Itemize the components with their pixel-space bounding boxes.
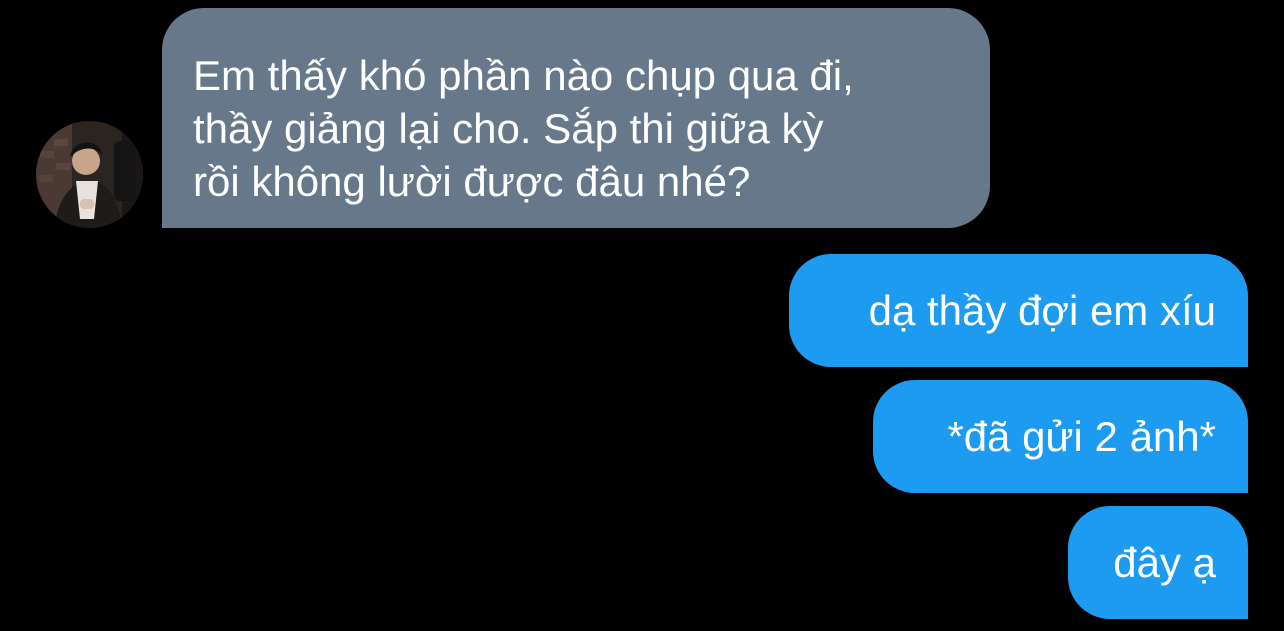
incoming-message: Em thấy khó phần nào chụp qua đi, thầy g… <box>162 8 990 228</box>
sender-avatar[interactable] <box>36 121 143 228</box>
user-avatar-icon <box>36 121 143 228</box>
outgoing-message: *đã gửi 2 ảnh* <box>873 380 1248 493</box>
outgoing-message: đây ạ <box>1068 506 1248 619</box>
outgoing-message: dạ thầy đợi em xíu <box>789 254 1248 367</box>
chat-screen: { "conversation": { "avatar_icon": "user… <box>0 0 1284 631</box>
